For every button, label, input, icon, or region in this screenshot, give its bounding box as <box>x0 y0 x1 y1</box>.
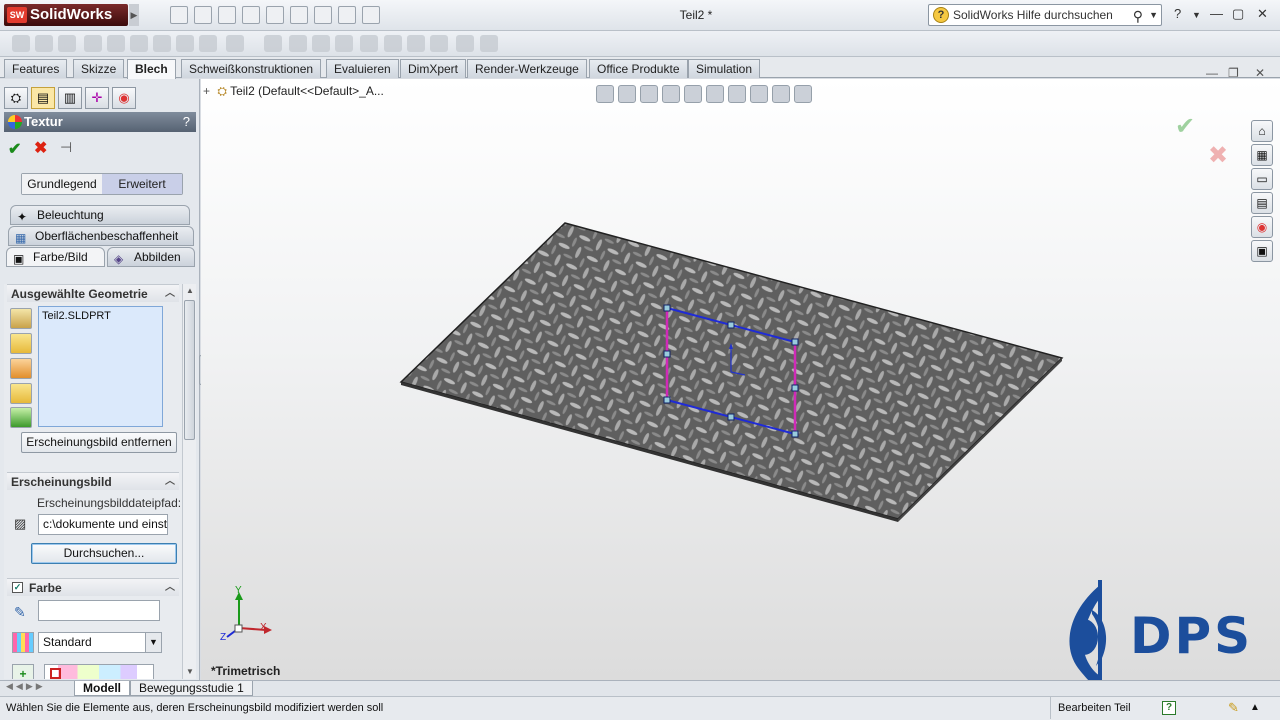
view-orientation-icon[interactable] <box>684 85 702 103</box>
status-help-icon[interactable]: ? <box>1162 701 1176 715</box>
model-tabs-bar: ◀◀▶▶ Modell Bewegungsstudie 1 <box>0 680 1280 696</box>
task-pane-tabs: ⌂ ▦ ▭ ▤ ◉ ▣ <box>1251 120 1275 264</box>
tab-model[interactable]: Modell <box>74 681 130 696</box>
confirm-ok-icon[interactable]: ✔ <box>1175 112 1195 141</box>
custom-properties-icon[interactable]: ▣ <box>1251 240 1273 262</box>
file-explorer-icon[interactable]: ▭ <box>1251 168 1273 190</box>
axis-z-label: Z <box>220 632 227 643</box>
design-library-icon[interactable]: ▦ <box>1251 144 1273 166</box>
model-viewport <box>226 222 1107 692</box>
view-settings-icon[interactable] <box>794 85 812 103</box>
status-mode: Bearbeiten Teil <box>1050 697 1131 719</box>
doc-restore-icon[interactable]: ❐ <box>1228 66 1239 80</box>
home-icon[interactable]: ⌂ <box>1251 120 1273 142</box>
expand-icon[interactable]: + <box>203 84 210 98</box>
brand-text: DPS <box>1130 607 1254 665</box>
confirm-cancel-icon[interactable]: ✖ <box>1208 141 1228 170</box>
previous-view-icon[interactable] <box>640 85 658 103</box>
part-name: Teil2 (Default<<Default>_A... <box>230 84 384 98</box>
tab-motion-study[interactable]: Bewegungsstudie 1 <box>130 681 253 696</box>
view-palette-icon[interactable]: ▤ <box>1251 192 1273 214</box>
status-message: Wählen Sie die Elemente aus, deren Ersch… <box>6 702 384 714</box>
tab-scroll-arrows[interactable]: ◀◀▶▶ <box>6 681 46 692</box>
part-icon: ⛭ <box>217 84 227 98</box>
apply-scene-icon[interactable] <box>772 85 790 103</box>
section-view-icon[interactable] <box>662 85 680 103</box>
doc-minimize-icon[interactable]: — <box>1206 66 1218 80</box>
axis-y-label: Y <box>235 585 242 596</box>
axis-x-label: X <box>260 622 267 633</box>
edit-appearance-icon[interactable] <box>750 85 768 103</box>
hide-show-items-icon[interactable] <box>728 85 746 103</box>
appearances-icon[interactable]: ◉ <box>1251 216 1273 238</box>
zoom-to-area-icon[interactable] <box>618 85 636 103</box>
display-style-icon[interactable] <box>706 85 724 103</box>
dps-brand-logo <box>1069 580 1107 692</box>
view-orientation-label: *Trimetrisch <box>211 664 281 678</box>
heads-up-view-toolbar <box>596 85 812 103</box>
zoom-to-fit-icon[interactable] <box>596 85 614 103</box>
status-bar: Wählen Sie die Elemente aus, deren Ersch… <box>0 696 1280 720</box>
feature-tree-flyout[interactable]: + ⛭ Teil2 (Default<<Default>_A... <box>203 84 384 99</box>
rebuild-status-icon[interactable]: ✎ <box>1228 697 1239 719</box>
status-menu-icon[interactable]: ▲ <box>1250 697 1260 719</box>
doc-close-icon[interactable]: ✕ <box>1255 66 1265 80</box>
